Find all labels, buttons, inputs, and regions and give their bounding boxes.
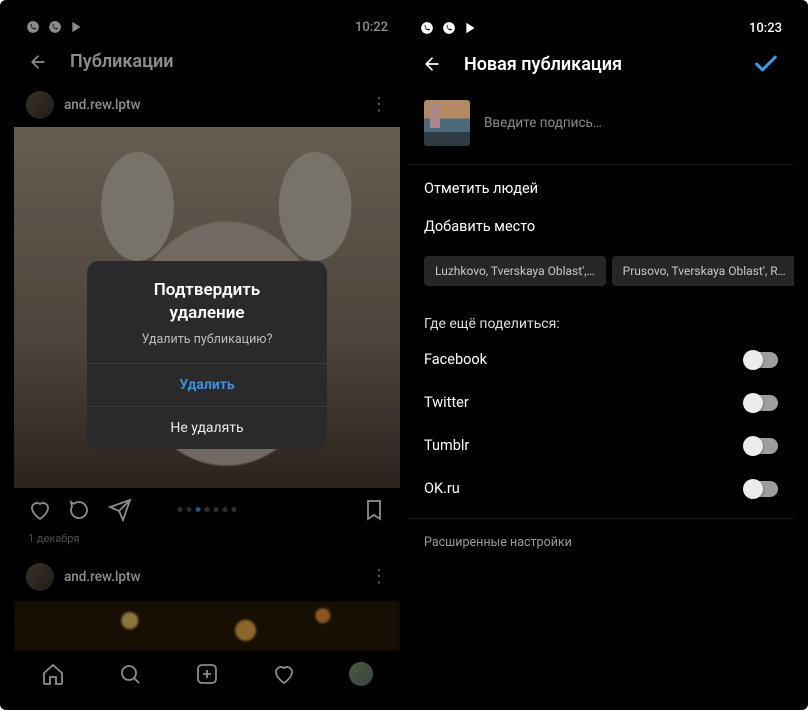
share-tumblr: Tumblr <box>408 424 794 467</box>
viber-icon <box>442 21 456 35</box>
advanced-settings[interactable]: Расширенные настройки <box>408 518 794 566</box>
share-label: Twitter <box>424 394 469 411</box>
phone-right: 10:23 Новая публикация Введите подпись… … <box>408 14 794 696</box>
back-icon[interactable] <box>422 54 442 74</box>
share-label: OK.ru <box>424 480 460 497</box>
status-time: 10:23 <box>749 21 782 36</box>
location-suggestions: Luzhkovo, Tverskaya Oblast',… Prusovo, T… <box>408 250 794 300</box>
status-bar: 10:23 <box>408 14 794 42</box>
play-store-icon <box>464 21 478 35</box>
phone-left: 10:22 Публикации and.rew.lptw ⋮ 1 декабр… <box>14 14 400 696</box>
modal-title: Подтвердить удаление <box>87 261 327 327</box>
delete-button[interactable]: Удалить <box>87 363 327 406</box>
toggle-twitter[interactable] <box>744 395 778 411</box>
share-okru: OK.ru <box>408 467 794 510</box>
cancel-button[interactable]: Не удалять <box>87 406 327 449</box>
modal-subtitle: Удалить публикацию? <box>87 326 327 363</box>
caption-row: Введите подпись… <box>408 86 794 164</box>
confirm-icon[interactable] <box>752 50 780 78</box>
header: Новая публикация <box>408 42 794 86</box>
location-chip[interactable]: Prusovo, Tverskaya Oblast', R… <box>612 256 794 286</box>
location-chip[interactable]: Luzhkovo, Tverskaya Oblast',… <box>424 256 606 286</box>
share-label: Tumblr <box>424 437 469 454</box>
tag-people-row[interactable]: Отметить людей <box>408 164 794 212</box>
also-share-label: Где ещё поделиться: <box>408 300 794 338</box>
add-location-row[interactable]: Добавить место <box>408 212 794 250</box>
share-facebook: Facebook <box>408 338 794 381</box>
toggle-okru[interactable] <box>744 481 778 497</box>
share-label: Facebook <box>424 351 487 368</box>
confirm-delete-modal: Подтвердить удаление Удалить публикацию?… <box>87 261 327 450</box>
share-twitter: Twitter <box>408 381 794 424</box>
toggle-tumblr[interactable] <box>744 438 778 454</box>
toggle-facebook[interactable] <box>744 352 778 368</box>
viber-icon <box>420 21 434 35</box>
page-title: Новая публикация <box>464 54 622 75</box>
caption-input[interactable]: Введите подпись… <box>484 115 602 131</box>
post-thumbnail[interactable] <box>424 100 470 146</box>
modal-overlay: Подтвердить удаление Удалить публикацию?… <box>14 14 400 696</box>
